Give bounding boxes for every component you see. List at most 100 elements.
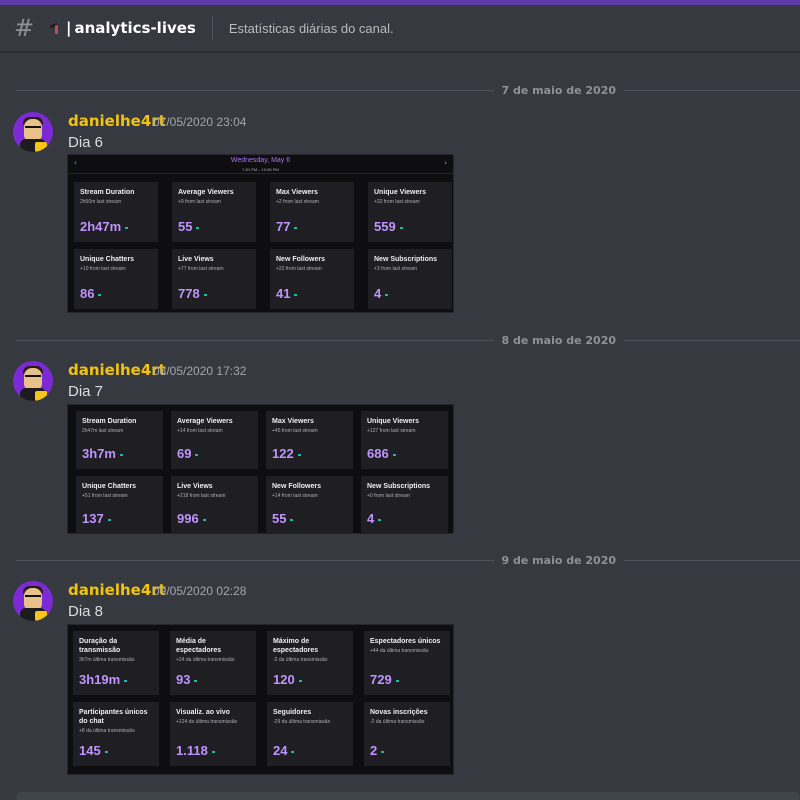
- stat-value-wrap: 137: [82, 511, 111, 526]
- header-divider: [211, 16, 213, 40]
- stat-change: +22 from last stream: [276, 266, 322, 273]
- stat-change: +3 from last stream: [374, 266, 417, 273]
- stat-value-wrap: 686: [367, 446, 396, 461]
- stat-value: 55: [178, 219, 193, 234]
- stat-value-wrap: 4: [374, 286, 389, 301]
- trend-icon: [124, 679, 128, 682]
- date-divider: 8 de maio de 2020: [16, 333, 800, 347]
- channel-name-separator: |: [66, 19, 72, 37]
- avatar[interactable]: [13, 361, 53, 401]
- stats-image-attachment[interactable]: Stream Duration 2h47m last stream 3h7m Aver…: [67, 404, 454, 534]
- stat-label: Stream Duration: [80, 189, 135, 196]
- stat-label: New Followers: [272, 483, 322, 490]
- stat-label: Unique Chatters: [82, 483, 137, 490]
- stat-change: +10 from last stream: [80, 266, 126, 273]
- trend-icon: [291, 750, 295, 753]
- stat-value: 996: [177, 511, 199, 526]
- message-text: Dia 8: [68, 603, 104, 620]
- avatar-face: [24, 588, 42, 610]
- avatar-accent: [35, 611, 47, 621]
- stat-value-wrap: 3h19m: [79, 672, 128, 687]
- stat-tile: New Subscriptions +0 from last stream 4: [361, 476, 448, 534]
- trend-icon: [107, 518, 111, 521]
- stat-value: 686: [367, 446, 389, 461]
- stat-value-wrap: 778: [178, 286, 207, 301]
- stat-change: +14 from last stream: [177, 428, 223, 435]
- stat-value-wrap: 729: [370, 672, 399, 687]
- stat-tile: Average Viewers +14 from last stream 69: [171, 411, 258, 469]
- stat-label: Unique Chatters: [80, 256, 135, 263]
- stat-change: +14 from last stream: [272, 493, 318, 500]
- message-author[interactable]: danielhe4rt: [68, 581, 166, 599]
- channel-topic[interactable]: Estatísticas diárias do canal.: [229, 21, 394, 36]
- stat-value: 77: [276, 219, 291, 234]
- stat-change: +24 da última transmissão: [176, 657, 235, 664]
- stat-label: Participantes únicos do chat: [79, 709, 148, 726]
- trend-icon: [125, 226, 129, 229]
- trend-icon: [399, 226, 403, 229]
- trend-icon: [294, 226, 298, 229]
- stat-change: +127 from last stream: [367, 428, 416, 435]
- divider-line: [16, 339, 494, 341]
- avatar[interactable]: [13, 112, 53, 152]
- trend-icon: [294, 293, 298, 296]
- divider-line: [16, 559, 494, 561]
- stat-label: Duração da transmissão: [79, 638, 121, 655]
- message-author[interactable]: danielhe4rt: [68, 361, 166, 379]
- stat-tile: Stream Duration 2h47m last stream 3h7m: [76, 411, 163, 469]
- message-author[interactable]: danielhe4rt: [68, 112, 166, 130]
- stat-value-wrap: 55: [272, 511, 294, 526]
- trend-icon: [119, 453, 123, 456]
- stat-value-wrap: 4: [367, 511, 382, 526]
- date-divider-label: 7 de maio de 2020: [501, 83, 616, 97]
- stat-tile: Stream Duration 2h50m last stream 2h47m: [74, 182, 158, 242]
- stat-value-wrap: 55: [178, 219, 200, 234]
- channel-emoji-icon: [48, 21, 62, 35]
- stat-value-wrap: 93: [176, 672, 198, 687]
- divider-line: [624, 559, 800, 561]
- stat-tile: Unique Viewers +127 from last stream 686: [361, 411, 448, 469]
- divider-line: [16, 89, 494, 91]
- stat-value: 559: [374, 219, 396, 234]
- stat-change: +44 da última transmissão: [370, 648, 429, 655]
- message-timestamp: 09/05/2020 02:28: [153, 584, 247, 598]
- avatar-accent: [35, 391, 47, 401]
- avatar[interactable]: [13, 581, 53, 621]
- stat-tile: Unique Viewers +32 from last stream 559: [368, 182, 452, 242]
- stat-value: 3h19m: [79, 672, 121, 687]
- date-divider-label: 9 de maio de 2020: [501, 553, 616, 567]
- stat-tile: Average Viewers +9 from last stream 55: [172, 182, 256, 242]
- stat-value: 4: [367, 511, 375, 526]
- avatar-accent: [35, 142, 47, 152]
- channel-name: analytics-lives: [74, 19, 196, 37]
- stat-change: 2h50m last stream: [80, 199, 122, 206]
- card-time-header: 7:51 PM – 10:38 PM: [242, 167, 279, 172]
- text-channel-hash-icon: #: [14, 14, 35, 42]
- stat-value: 55: [272, 511, 287, 526]
- stats-image-attachment[interactable]: ‹ Wednesday, May 6 7:51 PM – 10:38 PM › …: [67, 154, 454, 313]
- trend-icon: [195, 453, 199, 456]
- message-composer[interactable]: [16, 792, 800, 800]
- stat-tile: Max Viewers +2 from last stream 77: [270, 182, 354, 242]
- message-timestamp: 07/05/2020 23:04: [153, 115, 247, 129]
- stat-label: Visualiz. ao vivo: [176, 709, 230, 716]
- stat-value: 145: [79, 743, 101, 758]
- stat-value: 69: [177, 446, 192, 461]
- stat-change: +9 from last stream: [178, 199, 221, 206]
- trend-icon: [297, 453, 301, 456]
- stat-label: Stream Duration: [82, 418, 137, 425]
- stat-tile: Participantes únicos do chat +8 da última…: [73, 702, 159, 766]
- stat-tile: Unique Chatters +10 from last stream 86: [74, 249, 158, 309]
- stat-change: +51 from last stream: [82, 493, 128, 500]
- stats-image-attachment[interactable]: Duração da transmissão 3h7m última transm…: [67, 624, 454, 775]
- stat-tile: Max Viewers +45 from last stream 122: [266, 411, 353, 469]
- stat-tile: Duração da transmissão 3h7m última transm…: [73, 631, 159, 695]
- trend-icon: [194, 679, 198, 682]
- avatar-face: [24, 119, 42, 141]
- stat-value: 24: [273, 743, 288, 758]
- channel-header: # | analytics-lives Estatísticas diárias…: [0, 5, 800, 52]
- stat-change: +77 from last stream: [178, 266, 224, 273]
- stat-label: Unique Viewers: [367, 418, 420, 425]
- trend-icon: [202, 518, 206, 521]
- stat-tile: New Subscriptions +3 from last stream 4: [368, 249, 452, 309]
